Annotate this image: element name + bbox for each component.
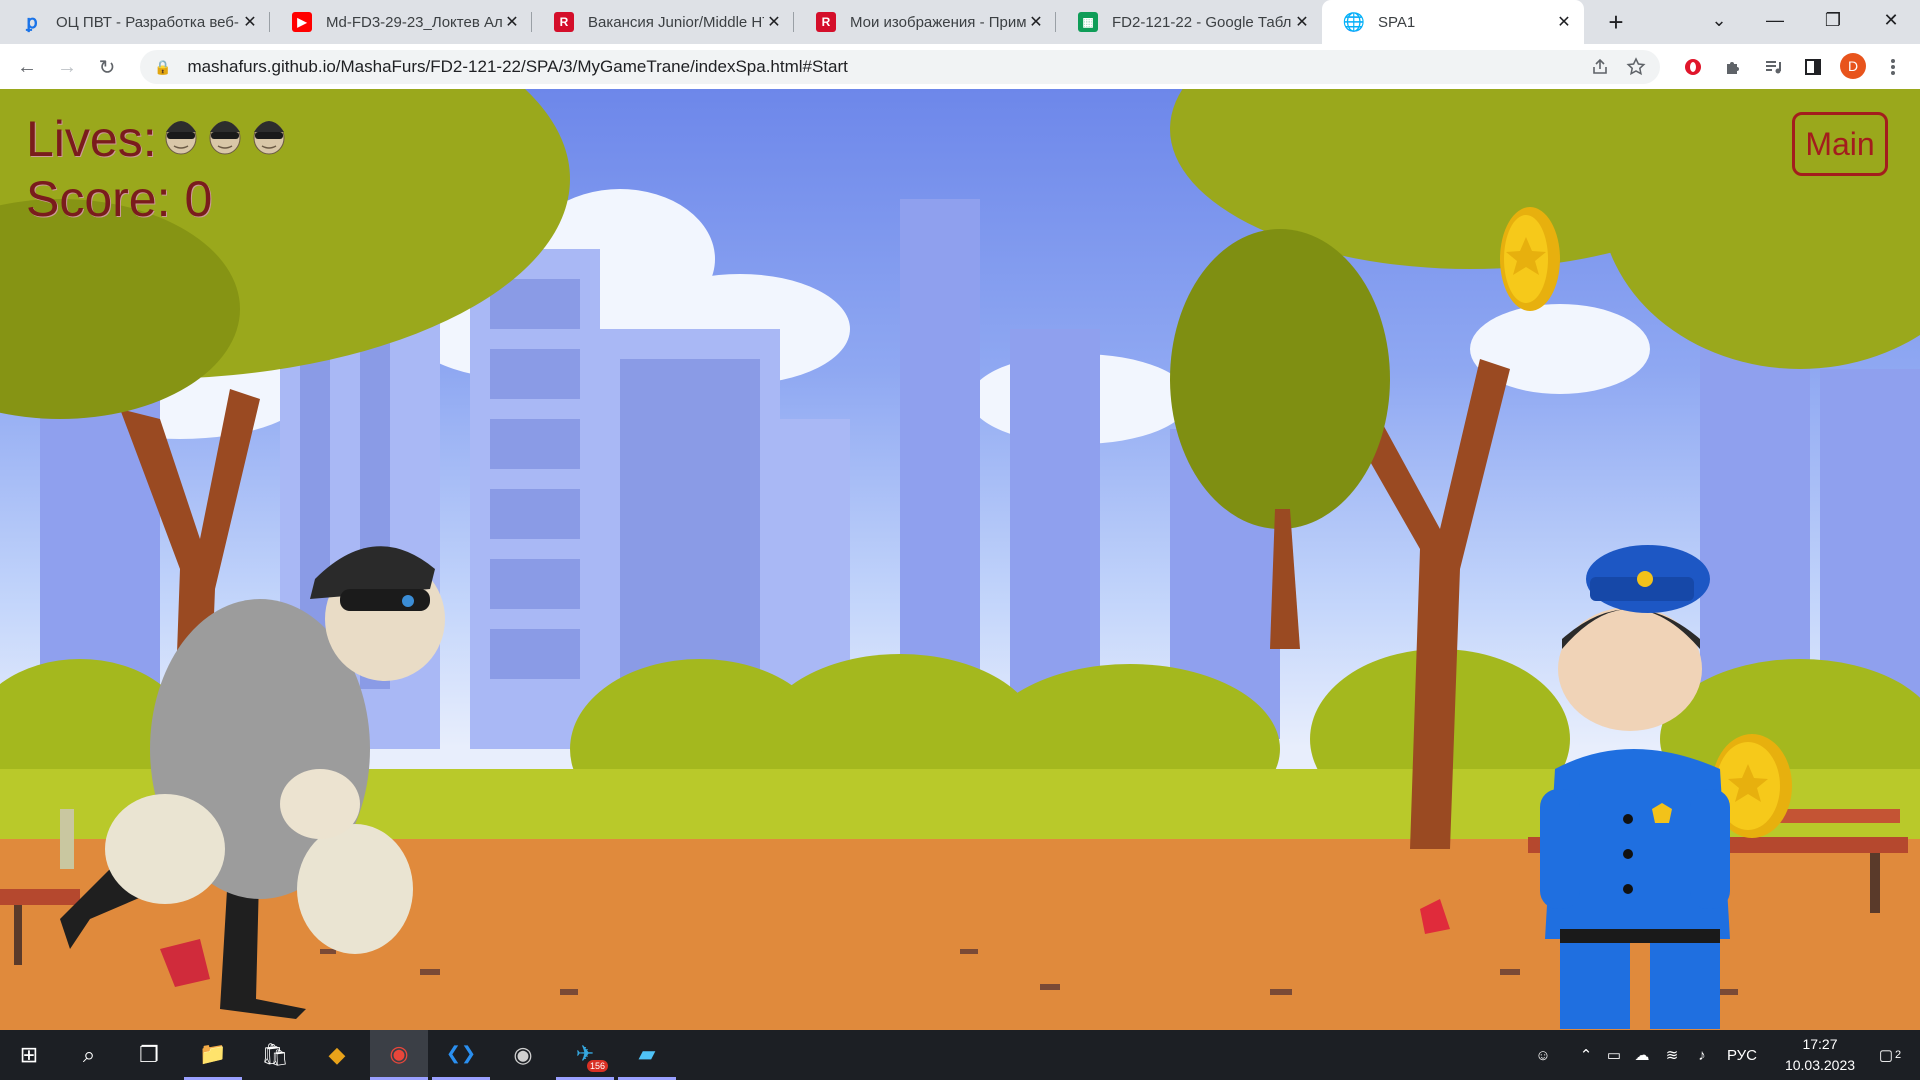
reload-button[interactable]: ↻ bbox=[92, 52, 122, 82]
extensions-puzzle-icon[interactable] bbox=[1718, 52, 1748, 82]
score-row: Score: 0 bbox=[26, 169, 289, 229]
sheets-favicon-icon: ▦ bbox=[1078, 12, 1098, 32]
lives-icons bbox=[157, 110, 289, 168]
tab-vacancy[interactable]: R Вакансия Junior/Middle HT ✕ bbox=[532, 0, 794, 44]
telegram-icon[interactable]: ✈ 156 bbox=[556, 1030, 614, 1080]
tab-title: ОЦ ПВТ - Разработка веб- bbox=[56, 13, 239, 31]
close-tab-icon[interactable]: ✕ bbox=[502, 12, 522, 32]
life-thief-icon bbox=[209, 121, 241, 155]
close-tab-icon[interactable]: ✕ bbox=[1026, 12, 1046, 32]
life-thief-icon bbox=[253, 121, 285, 155]
close-tab-icon[interactable]: ✕ bbox=[1292, 12, 1312, 32]
globe-favicon-icon: 🌐 bbox=[1342, 11, 1366, 32]
back-button[interactable]: ← bbox=[12, 52, 42, 82]
score-value: 0 bbox=[184, 171, 213, 227]
close-window-button[interactable]: ✕ bbox=[1868, 0, 1914, 40]
close-tab-icon[interactable]: ✕ bbox=[764, 12, 784, 32]
tab-title: Мои изображения - Прим bbox=[850, 13, 1026, 31]
bookmark-star-icon[interactable] bbox=[1622, 53, 1650, 81]
eye-app-icon[interactable]: ◉ bbox=[494, 1030, 552, 1080]
people-icon[interactable]: ☺ bbox=[1528, 1030, 1558, 1080]
menu-kebab-icon[interactable] bbox=[1878, 52, 1908, 82]
notifications-icon[interactable]: ▢ 2 bbox=[1868, 1030, 1912, 1080]
media-queue-icon[interactable] bbox=[1758, 52, 1788, 82]
task-view-icon[interactable]: ❐ bbox=[120, 1030, 178, 1080]
tray-arrow-icon[interactable]: ⌃ bbox=[1574, 1030, 1598, 1080]
tab-images[interactable]: R Мои изображения - Прим ✕ bbox=[794, 0, 1056, 44]
start-icon[interactable]: ⊞ bbox=[0, 1030, 58, 1080]
search-icon[interactable]: ⌕ bbox=[60, 1030, 118, 1080]
close-tab-icon[interactable]: ✕ bbox=[1554, 12, 1574, 32]
share-icon[interactable] bbox=[1586, 53, 1614, 81]
file-explorer-icon[interactable]: 📁 bbox=[184, 1030, 242, 1080]
r-favicon-icon: R bbox=[816, 12, 836, 32]
life-thief-icon bbox=[165, 121, 197, 155]
forward-button[interactable]: → bbox=[52, 52, 82, 82]
clock[interactable]: 17:27 10.03.2023 bbox=[1765, 1034, 1875, 1076]
tab-strip: ꝑ ОЦ ПВТ - Разработка веб- ✕ ▶ Md-FD3-29… bbox=[0, 0, 1920, 44]
tab-title: Md-FD3-29-23_Локтев Але bbox=[326, 13, 502, 31]
volume-icon[interactable]: ♪ bbox=[1690, 1030, 1714, 1080]
opera-extension-icon[interactable] bbox=[1678, 52, 1708, 82]
tab-youtube[interactable]: ▶ Md-FD3-29-23_Локтев Але ✕ bbox=[270, 0, 532, 44]
lives-label: Lives: bbox=[26, 111, 157, 167]
windows-taskbar: ⊞ ⌕ ❐ 📁 🛍 ◆ ◉ ❮❯ ◉ ✈ 156 ▰ ☺ ⌃ ▭ ☁ ≋ ♪ Р… bbox=[0, 1030, 1920, 1080]
coin-top bbox=[1500, 207, 1560, 311]
address-bar[interactable]: 🔒 mashafurs.github.io/MashaFurs/FD2-121-… bbox=[140, 50, 1660, 84]
tab-spa1[interactable]: 🌐 SPA1 ✕ bbox=[1322, 0, 1584, 44]
tab-title: Вакансия Junior/Middle HT bbox=[588, 13, 764, 31]
game-hud: Lives: Score: 0 bbox=[26, 109, 289, 229]
app-icon[interactable]: ◆ bbox=[308, 1030, 366, 1080]
tab-ots[interactable]: ꝑ ОЦ ПВТ - Разработка веб- ✕ bbox=[0, 0, 270, 44]
restore-button[interactable]: ❐ bbox=[1810, 0, 1856, 40]
lives-row: Lives: bbox=[26, 109, 289, 169]
side-panel-icon[interactable] bbox=[1798, 52, 1828, 82]
park-background bbox=[0, 89, 1920, 1030]
tab-title: FD2-121-22 - Google Табл bbox=[1112, 13, 1292, 31]
tab-sheets[interactable]: ▦ FD2-121-22 - Google Табл ✕ bbox=[1056, 0, 1322, 44]
url-text[interactable]: mashafurs.github.io/MashaFurs/FD2-121-22… bbox=[187, 57, 847, 77]
notification-count: 2 bbox=[1895, 1049, 1902, 1061]
score-label: Score: bbox=[26, 171, 171, 227]
network-error-icon[interactable]: ☁ bbox=[1630, 1030, 1654, 1080]
game-viewport[interactable]: Lives: Score: 0 Main bbox=[0, 89, 1920, 1030]
youtube-favicon-icon: ▶ bbox=[292, 12, 312, 32]
battery-icon[interactable]: ▭ bbox=[1602, 1030, 1626, 1080]
telegram-badge: 156 bbox=[586, 1060, 608, 1072]
profile-avatar[interactable]: D bbox=[1840, 53, 1866, 79]
close-tab-icon[interactable]: ✕ bbox=[240, 12, 260, 32]
vscode-icon[interactable]: ❮❯ bbox=[432, 1030, 490, 1080]
new-tab-button[interactable]: + bbox=[1600, 6, 1632, 38]
tab-search-icon[interactable]: ⌄ bbox=[1696, 0, 1742, 40]
wifi-icon[interactable]: ≋ bbox=[1660, 1030, 1684, 1080]
language-indicator[interactable]: РУС bbox=[1722, 1030, 1762, 1080]
clock-time: 17:27 bbox=[1802, 1036, 1838, 1052]
main-button[interactable]: Main bbox=[1792, 112, 1888, 176]
ots-favicon-icon: ꝑ bbox=[26, 11, 38, 32]
tab-title: SPA1 bbox=[1378, 13, 1416, 31]
clock-date: 10.03.2023 bbox=[1784, 1057, 1856, 1073]
store-icon[interactable]: 🛍 bbox=[246, 1030, 304, 1080]
paint-icon[interactable]: ▰ bbox=[618, 1030, 676, 1080]
lock-icon[interactable]: 🔒 bbox=[154, 59, 171, 76]
r-favicon-icon: R bbox=[554, 12, 574, 32]
notifications-glyph: ▢ bbox=[1878, 1047, 1894, 1064]
minimize-button[interactable]: — bbox=[1752, 0, 1798, 40]
chrome-icon[interactable]: ◉ bbox=[370, 1030, 428, 1080]
browser-toolbar: ← → ↻ 🔒 mashafurs.github.io/MashaFurs/FD… bbox=[0, 44, 1920, 90]
